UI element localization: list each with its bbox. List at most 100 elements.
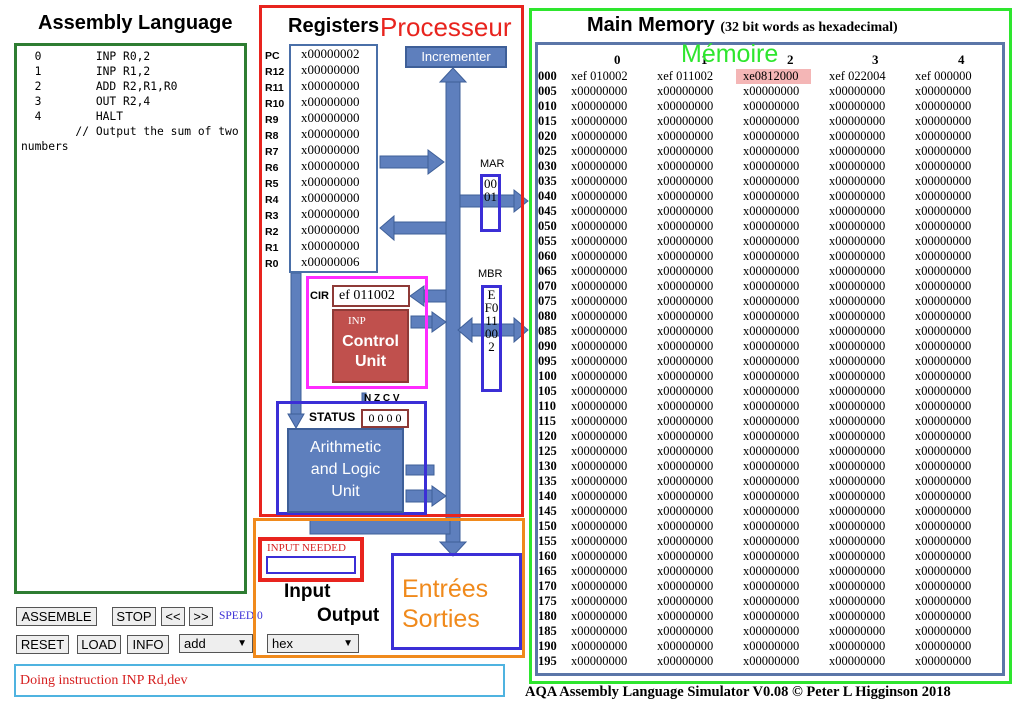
memory-cell[interactable]: x00000000 <box>571 264 627 279</box>
memory-cell[interactable]: x00000000 <box>743 249 799 264</box>
memory-cell[interactable]: x00000000 <box>829 429 885 444</box>
memory-cell[interactable]: x00000000 <box>829 159 885 174</box>
memory-cell[interactable]: x00000000 <box>743 609 799 624</box>
memory-cell[interactable]: x00000000 <box>829 174 885 189</box>
memory-cell[interactable]: x00000000 <box>829 279 885 294</box>
memory-cell[interactable]: x00000000 <box>743 579 799 594</box>
memory-cell[interactable]: x00000000 <box>743 444 799 459</box>
memory-cell[interactable]: x00000000 <box>571 609 627 624</box>
memory-cell[interactable]: x00000000 <box>657 204 713 219</box>
memory-cell[interactable]: x00000000 <box>915 414 971 429</box>
memory-cell[interactable]: x00000000 <box>571 114 627 129</box>
memory-cell[interactable]: xe0812000 <box>736 69 811 84</box>
memory-cell[interactable]: x00000000 <box>743 534 799 549</box>
memory-cell[interactable]: x00000000 <box>829 549 885 564</box>
memory-cell[interactable]: x00000000 <box>915 504 971 519</box>
memory-cell[interactable]: x00000000 <box>657 429 713 444</box>
memory-cell[interactable]: x00000000 <box>915 519 971 534</box>
memory-cell[interactable]: x00000000 <box>743 159 799 174</box>
memory-cell[interactable]: x00000000 <box>915 624 971 639</box>
memory-cell[interactable]: x00000000 <box>571 99 627 114</box>
memory-cell[interactable]: x00000000 <box>829 504 885 519</box>
memory-cell[interactable]: x00000000 <box>829 564 885 579</box>
memory-cell[interactable]: x00000000 <box>571 219 627 234</box>
memory-cell[interactable]: x00000000 <box>571 369 627 384</box>
memory-cell[interactable]: x00000000 <box>571 489 627 504</box>
memory-cell[interactable]: x00000000 <box>657 594 713 609</box>
memory-cell[interactable]: x00000000 <box>571 564 627 579</box>
memory-cell[interactable]: x00000000 <box>743 339 799 354</box>
memory-cell[interactable]: x00000000 <box>657 444 713 459</box>
memory-cell[interactable]: x00000000 <box>657 99 713 114</box>
memory-cell[interactable]: x00000000 <box>743 459 799 474</box>
memory-cell[interactable]: x00000000 <box>829 144 885 159</box>
memory-cell[interactable]: x00000000 <box>915 234 971 249</box>
memory-cell[interactable]: x00000000 <box>571 354 627 369</box>
memory-cell[interactable]: x00000000 <box>915 189 971 204</box>
memory-cell[interactable]: x00000000 <box>571 159 627 174</box>
memory-cell[interactable]: x00000000 <box>743 384 799 399</box>
memory-cell[interactable]: x00000000 <box>743 564 799 579</box>
memory-cell[interactable]: x00000000 <box>743 549 799 564</box>
memory-cell[interactable]: x00000000 <box>829 324 885 339</box>
memory-cell[interactable]: x00000000 <box>657 354 713 369</box>
memory-cell[interactable]: xef 011002 <box>657 69 713 84</box>
memory-cell[interactable]: x00000000 <box>571 309 627 324</box>
memory-cell[interactable]: x00000000 <box>743 489 799 504</box>
memory-cell[interactable]: x00000000 <box>743 99 799 114</box>
memory-cell[interactable]: x00000000 <box>829 444 885 459</box>
memory-cell[interactable]: x00000000 <box>743 624 799 639</box>
memory-cell[interactable]: x00000000 <box>657 159 713 174</box>
memory-cell[interactable]: x00000000 <box>657 384 713 399</box>
memory-cell[interactable]: x00000000 <box>657 144 713 159</box>
memory-cell[interactable]: x00000000 <box>915 459 971 474</box>
memory-cell[interactable]: x00000000 <box>915 264 971 279</box>
memory-cell[interactable]: x00000000 <box>743 654 799 669</box>
memory-cell[interactable]: x00000000 <box>571 549 627 564</box>
memory-cell[interactable]: x00000000 <box>743 219 799 234</box>
memory-cell[interactable]: x00000000 <box>915 534 971 549</box>
memory-cell[interactable]: x00000000 <box>571 204 627 219</box>
memory-cell[interactable]: x00000000 <box>743 234 799 249</box>
memory-cell[interactable]: x00000000 <box>915 399 971 414</box>
memory-cell[interactable]: x00000000 <box>915 384 971 399</box>
memory-cell[interactable]: x00000000 <box>657 504 713 519</box>
memory-cell[interactable]: x00000000 <box>657 639 713 654</box>
memory-cell[interactable]: x00000000 <box>829 414 885 429</box>
memory-cell[interactable]: x00000000 <box>829 309 885 324</box>
memory-cell[interactable]: x00000000 <box>571 339 627 354</box>
memory-cell[interactable]: x00000000 <box>829 489 885 504</box>
memory-cell[interactable]: x00000000 <box>829 579 885 594</box>
memory-cell[interactable]: x00000000 <box>915 324 971 339</box>
memory-cell[interactable]: x00000000 <box>743 174 799 189</box>
memory-cell[interactable]: x00000000 <box>571 414 627 429</box>
memory-cell[interactable]: x00000000 <box>571 639 627 654</box>
memory-cell[interactable]: x00000000 <box>571 294 627 309</box>
memory-cell[interactable]: x00000000 <box>657 414 713 429</box>
memory-cell[interactable]: x00000000 <box>743 474 799 489</box>
memory-cell[interactable]: x00000000 <box>743 309 799 324</box>
memory-cell[interactable]: x00000000 <box>657 624 713 639</box>
memory-cell[interactable]: x00000000 <box>571 624 627 639</box>
memory-cell[interactable]: x00000000 <box>915 594 971 609</box>
memory-cell[interactable]: x00000000 <box>571 279 627 294</box>
memory-cell[interactable]: x00000000 <box>657 279 713 294</box>
memory-cell[interactable]: x00000000 <box>915 489 971 504</box>
memory-cell[interactable]: x00000000 <box>571 249 627 264</box>
memory-cell[interactable]: x00000000 <box>829 609 885 624</box>
memory-cell[interactable]: x00000000 <box>571 474 627 489</box>
memory-cell[interactable]: x00000000 <box>915 609 971 624</box>
memory-cell[interactable]: x00000000 <box>657 579 713 594</box>
memory-cell[interactable]: x00000000 <box>743 204 799 219</box>
memory-cell[interactable]: x00000000 <box>657 114 713 129</box>
memory-cell[interactable]: x00000000 <box>657 564 713 579</box>
memory-cell[interactable]: x00000000 <box>829 84 885 99</box>
memory-cell[interactable]: x00000000 <box>915 639 971 654</box>
memory-cell[interactable]: x00000000 <box>571 594 627 609</box>
memory-cell[interactable]: x00000000 <box>571 429 627 444</box>
memory-cell[interactable]: x00000000 <box>571 174 627 189</box>
memory-cell[interactable]: x00000000 <box>829 234 885 249</box>
memory-cell[interactable]: x00000000 <box>743 414 799 429</box>
memory-cell[interactable]: x00000000 <box>657 129 713 144</box>
memory-cell[interactable]: x00000000 <box>915 354 971 369</box>
